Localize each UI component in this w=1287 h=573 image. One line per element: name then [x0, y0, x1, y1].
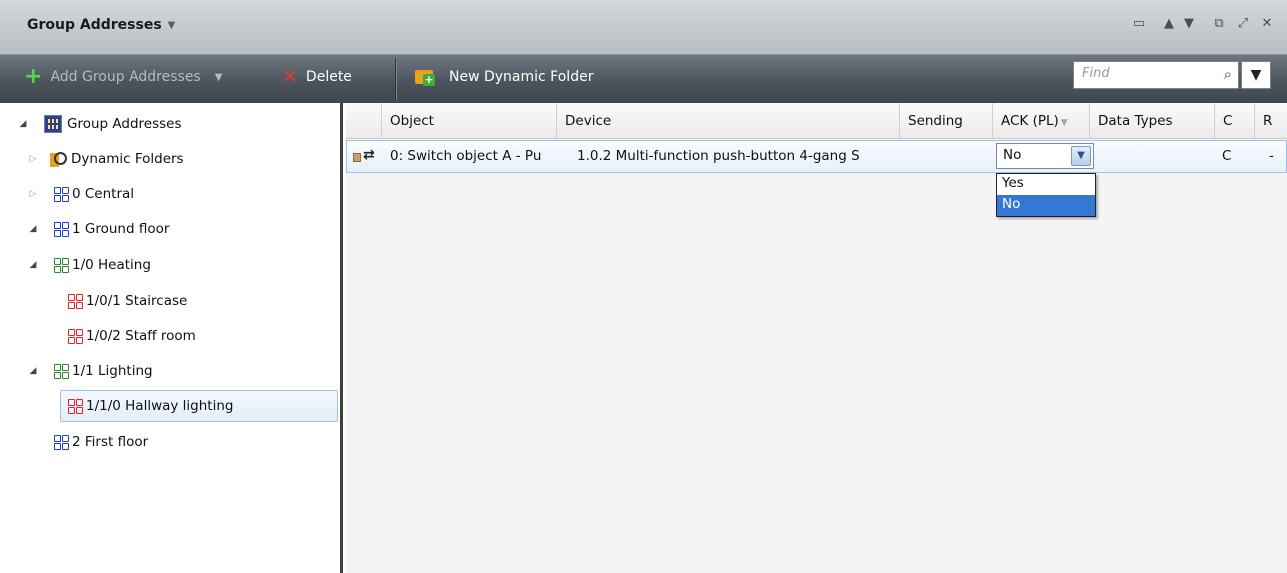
group-address-icon — [68, 398, 83, 414]
cell-device: 1.0.2 Multi-function push-button 4-gang … — [577, 148, 860, 164]
tree-item-label: 0 Central — [72, 186, 135, 202]
add-group-addresses-button[interactable]: + Add Group Addresses ▼ — [24, 64, 223, 89]
panel-title[interactable]: Group Addresses ▼ — [27, 17, 175, 33]
delete-label: Delete — [305, 69, 352, 85]
ack-select-value: No — [1003, 147, 1022, 163]
column-header-data-types[interactable]: Data Types — [1090, 103, 1215, 139]
toolbar: + Add Group Addresses ▼ ✕ Delete + New D… — [0, 55, 1287, 103]
main-group-icon — [54, 186, 69, 202]
root-grid-icon — [44, 115, 62, 133]
tree-item-group-addresses[interactable]: ◢ Group Addresses — [16, 108, 182, 140]
column-header-r[interactable]: R — [1255, 103, 1287, 139]
expand-arrow-icon[interactable]: ▷ — [26, 189, 40, 199]
search-placeholder: Find — [1082, 66, 1110, 81]
table-row[interactable]: ⇄ 0: Switch object A - Pu 1.0.2 Multi-fu… — [346, 140, 1287, 173]
window-controls: ▭ ▲ ▼ ⧉ ⤢ ✕ — [1131, 16, 1275, 31]
tree-item-label: Dynamic Folders — [71, 151, 184, 167]
tree-item-1-ground-floor[interactable]: ◢ 1 Ground floor — [26, 213, 170, 245]
column-header-icon[interactable] — [346, 103, 382, 139]
tree-item-1-0-heating[interactable]: ◢ 1/0 Heating — [26, 249, 151, 281]
tree-item-label: 1/0/1 Staircase — [86, 293, 188, 309]
new-dynamic-folder-button[interactable]: + New Dynamic Folder — [415, 68, 593, 86]
pin-icon[interactable]: ▭ — [1131, 16, 1147, 31]
new-folder-icon: + — [415, 68, 435, 86]
delete-icon: ✕ — [282, 66, 298, 88]
toolbar-divider — [395, 58, 396, 100]
tree-item-1-1-0-hallway-lighting[interactable]: 1/1/0 Hallway lighting — [60, 390, 338, 422]
dropdown-option-no[interactable]: No — [997, 195, 1095, 216]
chevron-down-icon[interactable]: ▼ — [215, 72, 223, 83]
filter-button[interactable]: ▼ — [1241, 61, 1271, 89]
scroll-down-icon[interactable]: ▼ — [1181, 16, 1197, 31]
add-group-addresses-label: Add Group Addresses — [50, 69, 201, 85]
column-header-c[interactable]: C — [1215, 103, 1255, 139]
collapse-arrow-icon[interactable]: ◢ — [26, 366, 40, 376]
delete-button[interactable]: ✕ Delete — [282, 66, 352, 88]
new-dynamic-folder-label: New Dynamic Folder — [449, 69, 594, 85]
scroll-up-icon[interactable]: ▲ — [1161, 16, 1177, 31]
tree-item-label: Group Addresses — [67, 116, 182, 132]
tree-item-label: 1/1 Lighting — [72, 363, 153, 379]
tree-item-dynamic-folders[interactable]: ▷ Dynamic Folders — [26, 143, 184, 175]
group-objects-grid: Object Device Sending ACK (PL) ▼ Data Typ… — [346, 103, 1287, 573]
collapse-arrow-icon[interactable]: ◢ — [16, 119, 30, 129]
maximize-icon[interactable]: ⤢ — [1235, 16, 1251, 31]
column-header-ack[interactable]: ACK (PL) ▼ — [993, 103, 1090, 139]
middle-group-icon — [54, 257, 69, 273]
dynamic-folder-icon — [50, 151, 68, 168]
cell-object: 0: Switch object A - Pu — [390, 148, 542, 164]
expand-arrow-icon[interactable]: ▷ — [26, 154, 40, 164]
tree-item-0-central[interactable]: ▷ 0 Central — [26, 178, 135, 210]
grid-header: Object Device Sending ACK (PL) ▼ Data Typ… — [346, 103, 1287, 139]
sort-icon: ▼ — [1060, 118, 1068, 128]
tree-item-1-1-lighting[interactable]: ◢ 1/1 Lighting — [26, 355, 153, 387]
filter-icon: ▼ — [1250, 67, 1262, 83]
search-icon[interactable]: ⌕ — [1224, 65, 1232, 83]
tree-item-label: 1/0 Heating — [72, 257, 151, 273]
group-address-icon — [68, 293, 83, 309]
column-header-object[interactable]: Object — [382, 103, 557, 139]
panel-titlebar: Group Addresses ▼ ▭ ▲ ▼ ⧉ ⤢ ✕ — [0, 0, 1287, 55]
collapse-arrow-icon[interactable]: ◢ — [26, 224, 40, 234]
chevron-down-icon[interactable]: ▼ — [168, 20, 176, 31]
column-header-sending[interactable]: Sending — [900, 103, 993, 139]
middle-group-icon — [54, 363, 69, 379]
group-object-icon: ⇄ — [352, 147, 375, 166]
dropdown-option-yes[interactable]: Yes — [997, 174, 1095, 195]
tree-item-label: 2 First floor — [72, 434, 149, 450]
main-group-icon — [54, 221, 69, 237]
chevron-down-icon[interactable]: ▼ — [1071, 146, 1091, 166]
group-address-icon — [68, 328, 83, 344]
restore-window-icon[interactable]: ⧉ — [1211, 16, 1227, 31]
group-address-tree: ◢ Group Addresses ▷ Dynamic Folders ▷ 0 … — [0, 103, 343, 573]
column-header-device[interactable]: Device — [557, 103, 900, 139]
tree-item-label: 1/0/2 Staff room — [86, 328, 196, 344]
cell-c: C — [1222, 148, 1232, 164]
tree-item-1-0-1-staircase[interactable]: 1/0/1 Staircase — [68, 285, 187, 317]
collapse-arrow-icon[interactable]: ◢ — [26, 260, 40, 270]
tree-item-2-first-floor[interactable]: 2 First floor — [54, 426, 148, 458]
tree-item-label: 1/1/0 Hallway lighting — [86, 398, 234, 414]
add-icon: + — [24, 64, 43, 89]
tree-item-1-0-2-staff-room[interactable]: 1/0/2 Staff room — [68, 320, 196, 352]
search-input[interactable]: Find ⌕ — [1073, 61, 1239, 89]
close-icon[interactable]: ✕ — [1259, 16, 1275, 31]
panel-title-label: Group Addresses — [27, 17, 162, 33]
ack-select[interactable]: No ▼ — [996, 143, 1094, 169]
cell-r: - — [1269, 148, 1274, 164]
ack-dropdown-list: Yes No — [996, 173, 1096, 217]
tree-item-label: 1 Ground floor — [72, 221, 170, 237]
main-group-icon — [54, 434, 69, 450]
